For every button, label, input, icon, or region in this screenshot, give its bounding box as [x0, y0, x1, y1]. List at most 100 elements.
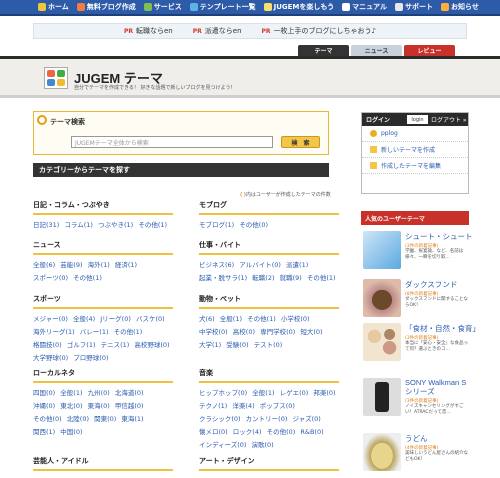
theme-link[interactable]: バレー(1): [80, 328, 109, 336]
theme-link[interactable]: 日記(31): [33, 221, 59, 229]
theme-link[interactable]: 経済(1): [115, 261, 137, 269]
theme-link[interactable]: つぶやき(1): [98, 221, 133, 229]
nav-service[interactable]: サービス: [143, 2, 182, 12]
theme-link[interactable]: 受験(0): [226, 341, 248, 349]
theme-link[interactable]: その他(0): [33, 415, 62, 423]
theme-link[interactable]: 転職(2): [252, 274, 274, 282]
theme-link[interactable]: ヒップホップ(0): [199, 389, 247, 397]
theme-link[interactable]: 北海道(0): [115, 389, 144, 397]
theme-link[interactable]: 関西(1): [33, 428, 55, 436]
theme-link[interactable]: 全般(6): [33, 261, 55, 269]
create-theme-link[interactable]: 新しいテーマを作成: [362, 142, 468, 158]
theme-link[interactable]: ビジネス(6): [199, 261, 234, 269]
theme-link[interactable]: プロ野球(0): [73, 354, 108, 362]
theme-link[interactable]: 全般(1): [220, 315, 242, 323]
theme-link[interactable]: レゲエ(0): [280, 389, 309, 397]
nav-support[interactable]: サポート: [394, 2, 433, 12]
theme-link[interactable]: スポーツ(0): [33, 274, 68, 282]
theme-link[interactable]: その他(0): [239, 221, 268, 229]
theme-link[interactable]: 全般(4): [73, 315, 95, 323]
theme-link[interactable]: 甲信越(0): [115, 402, 144, 410]
theme-link[interactable]: その他(0): [267, 428, 296, 436]
theme-link[interactable]: 沖縄(0): [33, 402, 55, 410]
logout-link[interactable]: ログアウト »: [431, 115, 467, 124]
theme-link[interactable]: 海外(1): [88, 261, 110, 269]
nav-enjoy[interactable]: JUGEMを楽しもう: [263, 2, 334, 12]
theme-link[interactable]: 芸能(9): [60, 261, 82, 269]
theme-link[interactable]: インディーズ(0): [199, 441, 246, 449]
theme-link[interactable]: 高校野球(0): [134, 341, 169, 349]
popular-item[interactable]: SONY Walkman Sシリーズ (3件の新着記事) ノイズキャンセリングがすご…: [361, 377, 469, 423]
theme-link[interactable]: 北陸(0): [67, 415, 89, 423]
theme-link[interactable]: クラシック(0): [199, 415, 241, 423]
theme-link[interactable]: その他(1): [307, 274, 336, 282]
theme-link[interactable]: 東海(0): [88, 402, 110, 410]
theme-link[interactable]: 東北(0): [60, 402, 82, 410]
tab-news[interactable]: ニュース: [351, 45, 402, 56]
theme-link[interactable]: 小学校(0): [281, 315, 310, 323]
theme-link[interactable]: 東海(1): [121, 415, 143, 423]
tab-theme[interactable]: テーマ: [298, 45, 349, 56]
theme-link[interactable]: 邦楽(0): [313, 389, 335, 397]
theme-link[interactable]: テニス(1): [101, 341, 130, 349]
popular-item[interactable]: ダックスフンド (8件の新着記事) ダックスフンドに関することならOK！: [361, 278, 469, 324]
theme-link[interactable]: 全般(1): [252, 389, 274, 397]
nav-templates[interactable]: テンプレート一覧: [189, 2, 256, 12]
theme-link[interactable]: 派遣(1): [286, 261, 308, 269]
promo-link-1[interactable]: PR 転職ならen: [124, 26, 173, 36]
theme-link[interactable]: モブログ(1): [199, 221, 234, 229]
promo-link-2[interactable]: PR 派遣ならen: [193, 26, 242, 36]
nav-create-blog[interactable]: 無料ブログ作成: [76, 2, 136, 12]
theme-link[interactable]: 短大(0): [300, 328, 322, 336]
theme-link[interactable]: R&B(0): [300, 428, 323, 436]
search-button[interactable]: 検 索: [281, 136, 320, 148]
theme-link[interactable]: 全般(1): [60, 389, 82, 397]
theme-link[interactable]: 中国(0): [60, 428, 82, 436]
thumbnail[interactable]: [363, 433, 401, 471]
theme-link[interactable]: 四国(0): [33, 389, 55, 397]
nav-manual[interactable]: マニュアル: [342, 2, 387, 12]
theme-link[interactable]: ロック(4): [233, 428, 262, 436]
popular-item[interactable]: シュート・シュート (3件の新着記事) 学園、祝宴論、など、名前は様々、一瞬を切り取…: [361, 230, 473, 276]
theme-link[interactable]: その他(1): [73, 274, 102, 282]
theme-link[interactable]: ゴルフ(1): [67, 341, 96, 349]
theme-link[interactable]: カントリー(0): [246, 415, 288, 423]
theme-link[interactable]: 中学校(0): [199, 328, 228, 336]
thumbnail[interactable]: [363, 231, 401, 269]
theme-link[interactable]: 海外リーグ(1): [33, 328, 75, 336]
popular-item[interactable]: 「食材・自然・食育」 (3件の新着記事) 本当に「安心・安全」な食品って何？選ぶとき…: [361, 322, 480, 368]
theme-link[interactable]: テスト(0): [254, 341, 283, 349]
theme-link[interactable]: 専門学校(0): [260, 328, 295, 336]
theme-link[interactable]: 格闘技(0): [33, 341, 62, 349]
theme-link[interactable]: 洋楽(4): [232, 402, 254, 410]
theme-link[interactable]: テクノ(1): [199, 402, 227, 410]
theme-link[interactable]: ポップス(0): [260, 402, 295, 410]
theme-link[interactable]: 懐メロ(0): [199, 428, 228, 436]
theme-link[interactable]: 大学野球(0): [33, 354, 68, 362]
nav-news[interactable]: お知らせ: [440, 2, 479, 12]
theme-link[interactable]: コラム(1): [64, 221, 93, 229]
edit-theme-link[interactable]: 作成したテーマを編集: [362, 158, 468, 174]
theme-link[interactable]: その他(1): [247, 315, 276, 323]
thumbnail[interactable]: [363, 323, 401, 361]
theme-link[interactable]: アルバイト(0): [239, 261, 281, 269]
search-input[interactable]: JUGEMテーマ全体から検索: [71, 136, 273, 148]
theme-link[interactable]: 犬(6): [199, 315, 215, 323]
theme-link[interactable]: 関東(0): [94, 415, 116, 423]
nav-home[interactable]: ホーム: [38, 2, 69, 12]
theme-link[interactable]: その他(1): [114, 328, 143, 336]
theme-link[interactable]: 演歌(0): [252, 441, 274, 449]
theme-link[interactable]: その他(1): [138, 221, 167, 229]
theme-link[interactable]: ジャズ(0): [292, 415, 320, 423]
login-user[interactable]: pplog: [362, 126, 468, 142]
login-button[interactable]: login: [407, 115, 428, 124]
theme-link[interactable]: バスケ(0): [136, 315, 165, 323]
theme-link[interactable]: 大学(1): [199, 341, 221, 349]
promo-link-3[interactable]: PR 一枚上手のブログにしちゃおう♪: [262, 26, 377, 36]
theme-link[interactable]: 高校(0): [233, 328, 255, 336]
theme-link[interactable]: 九州(0): [88, 389, 110, 397]
theme-link[interactable]: 起業・脱サラ(1): [199, 274, 247, 282]
popular-item[interactable]: うどん (4件の新着記事) 美味しいうどん屋さんの紹介などもOK！: [361, 432, 469, 478]
tab-review[interactable]: レビュー: [404, 45, 455, 56]
thumbnail[interactable]: [363, 378, 401, 416]
